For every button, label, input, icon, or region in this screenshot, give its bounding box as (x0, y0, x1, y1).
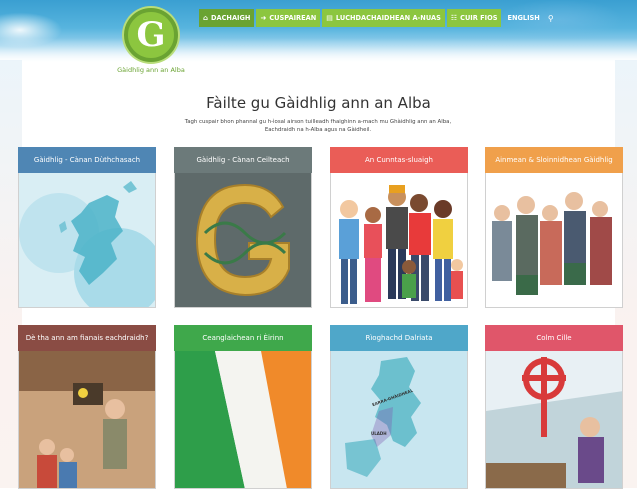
nav-downloads[interactable]: ▤ LUCHDACHAIDHEAN A-NUAS (322, 9, 445, 27)
card-header: Ainmean & Sloinnidhean Gàidhlig (485, 147, 623, 173)
map-label-ulster: ULADH (371, 431, 387, 436)
colm-cille-image (485, 351, 623, 489)
page-title: Fàilte gu Gàidhlig ann an Alba (206, 94, 431, 112)
subtitle-line-2: Eachdraidh na h-Alba agus na Gàidheil. (264, 127, 372, 133)
page-subtitle: Tagh cuspair bhon phannal gu h-ìosal air… (168, 118, 468, 134)
search-icon[interactable]: ⚲ (546, 14, 556, 23)
celtic-g-image (174, 173, 312, 308)
contact-icon: ☷ (450, 14, 458, 22)
nav-home-label: DACHAIGH (211, 14, 251, 22)
header-fade (0, 38, 637, 68)
home-icon: ⌂ (203, 14, 209, 22)
card-header: Dè tha ann am fianais eachdraidh? (18, 325, 156, 351)
card-census[interactable]: An Cunntas-sluaigh (330, 147, 468, 308)
nav-english[interactable]: ENGLISH (503, 14, 543, 22)
nav-topics[interactable]: ➜ CUSPAIREAN (256, 9, 321, 27)
arrow-circle-icon: ➜ (260, 14, 267, 22)
census-people-image (330, 173, 468, 308)
card-ireland-links[interactable]: Ceanglaichean ri Èirinn (174, 325, 312, 489)
card-header: Gàidhlig - Cànan Dùthchasach (18, 147, 156, 173)
nav-topics-label: CUSPAIREAN (269, 14, 317, 22)
nav-contact-label: CUIR FIOS (460, 14, 498, 22)
card-historical-evidence[interactable]: Dè tha ann am fianais eachdraidh? (18, 325, 156, 489)
nav-home[interactable]: ⌂ DACHAIGH (199, 9, 255, 27)
card-header: Rìoghachd Dalriata (330, 325, 468, 351)
card-dalriada[interactable]: Rìoghachd Dalriata EARRA-GHÀIDHEAL ULADH (330, 325, 468, 489)
logo-text: Gàidhlig ann an Alba (117, 66, 185, 74)
logo-emblem: G (124, 8, 178, 62)
card-header: Ceanglaichean ri Èirinn (174, 325, 312, 351)
card-header: Colm Cille (485, 325, 623, 351)
card-colm-cille[interactable]: Colm Cille (485, 325, 623, 489)
dalriada-map-image: EARRA-GHÀIDHEAL ULADH (330, 351, 468, 489)
irish-flag-image (174, 351, 312, 489)
scotland-map-image (18, 173, 156, 308)
site-logo[interactable]: G Gàidhlig ann an Alba (116, 8, 186, 84)
nav-contact[interactable]: ☷ CUIR FIOS (446, 9, 502, 27)
document-icon: ▤ (326, 14, 333, 22)
card-header: An Cunntas-sluaigh (330, 147, 468, 173)
card-names-surnames[interactable]: Ainmean & Sloinnidhean Gàidhlig (485, 147, 623, 308)
storyteller-image (18, 351, 156, 489)
card-header: Gàidhlig - Cànan Ceilteach (174, 147, 312, 173)
historic-people-image (485, 173, 623, 308)
subtitle-line-1: Tagh cuspair bhon phannal gu h-ìosal air… (184, 119, 452, 125)
main-nav: ⌂ DACHAIGH ➜ CUSPAIREAN ▤ LUCHDACHAIDHEA… (199, 9, 556, 27)
card-celtic-language[interactable]: Gàidhlig - Cànan Ceilteach (174, 147, 312, 308)
nav-downloads-label: LUCHDACHAIDHEAN A-NUAS (335, 14, 441, 22)
card-native-language[interactable]: Gàidhlig - Cànan Dùthchasach (18, 147, 156, 308)
